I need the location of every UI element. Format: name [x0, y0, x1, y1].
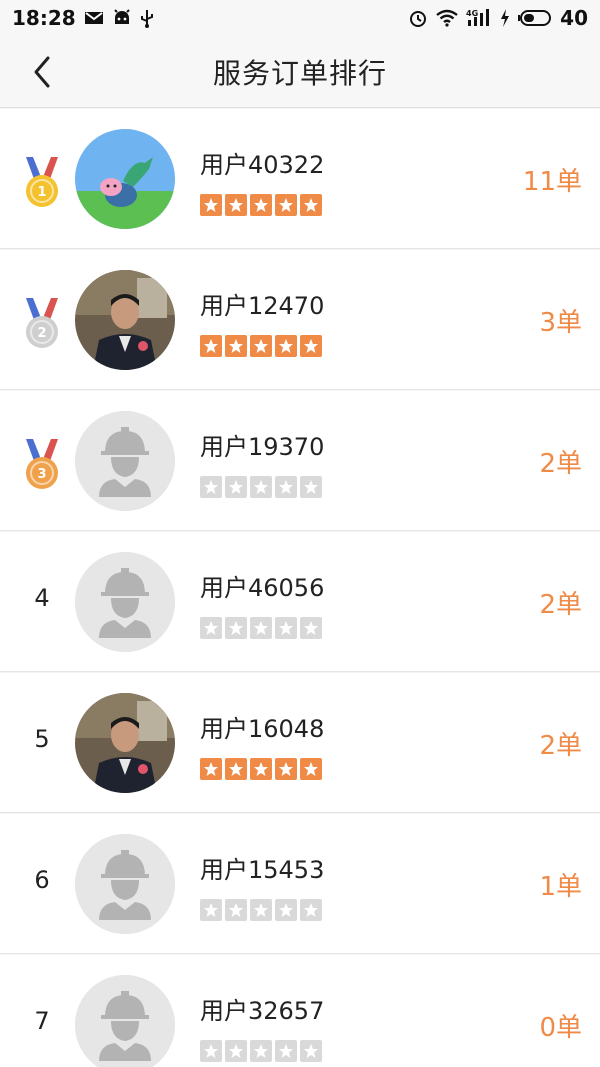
star-icon: [275, 758, 297, 780]
star-icon: [300, 758, 322, 780]
star-rating: [200, 335, 322, 357]
star-icon: [200, 335, 222, 357]
user-name: 用户19370: [200, 433, 325, 461]
chevron-left-icon: [34, 56, 50, 88]
back-button[interactable]: [22, 52, 62, 92]
mail-icon: [84, 10, 104, 26]
star-rating: [200, 194, 322, 216]
ranking-row[interactable]: 6 用户15453 1单: [0, 814, 600, 954]
status-right: 4G 40: [408, 6, 588, 30]
ranking-row[interactable]: 3 用户19370 2单: [0, 391, 600, 531]
order-count: 0单: [539, 1013, 582, 1043]
star-icon: [275, 194, 297, 216]
star-icon: [300, 1040, 322, 1062]
star-rating: [200, 758, 322, 780]
star-icon: [200, 194, 222, 216]
star-icon: [200, 1040, 222, 1062]
svg-text:1: 1: [37, 185, 46, 200]
ranking-row[interactable]: 2 用户12470 3单: [0, 250, 600, 390]
alarm-icon: [408, 8, 428, 28]
star-icon: [250, 1040, 272, 1062]
android-icon: [112, 9, 132, 27]
bronze-medal-icon: 3: [20, 439, 64, 491]
rank-number: 4: [34, 584, 50, 612]
star-icon: [275, 1040, 297, 1062]
order-count: 1单: [539, 872, 582, 902]
star-icon: [200, 617, 222, 639]
star-icon: [250, 758, 272, 780]
status-bar: 18:28 4G 40: [0, 0, 600, 36]
star-icon: [225, 758, 247, 780]
status-time: 18:28: [12, 6, 76, 30]
star-icon: [300, 335, 322, 357]
avatar[interactable]: [75, 129, 175, 229]
star-icon: [300, 617, 322, 639]
gold-medal-icon: 1: [20, 157, 64, 209]
wifi-icon: [436, 9, 458, 27]
svg-text:2: 2: [37, 326, 46, 341]
star-icon: [250, 476, 272, 498]
user-name: 用户40322: [200, 151, 325, 179]
star-icon: [250, 899, 272, 921]
order-count: 11单: [522, 167, 582, 197]
star-icon: [250, 335, 272, 357]
avatar[interactable]: [75, 693, 175, 793]
order-count: 2单: [539, 590, 582, 620]
star-icon: [275, 335, 297, 357]
svg-text:3: 3: [37, 467, 46, 482]
star-icon: [300, 476, 322, 498]
user-name: 用户16048: [200, 715, 325, 743]
avatar[interactable]: [75, 411, 175, 511]
star-rating: [200, 476, 322, 498]
signal-icon: 4G: [466, 8, 492, 28]
star-icon: [250, 617, 272, 639]
star-icon: [225, 476, 247, 498]
avatar[interactable]: [75, 834, 175, 934]
star-icon: [200, 758, 222, 780]
star-rating: [200, 1040, 322, 1062]
battery-level: 40: [560, 6, 588, 30]
ranking-row[interactable]: 5 用户16048 2单: [0, 673, 600, 813]
star-icon: [225, 335, 247, 357]
star-icon: [300, 899, 322, 921]
avatar[interactable]: [75, 975, 175, 1067]
star-icon: [200, 476, 222, 498]
ranking-row[interactable]: 7 用户32657 0单: [0, 955, 600, 1067]
star-icon: [250, 194, 272, 216]
star-rating: [200, 899, 322, 921]
page-title: 服务订单排行: [212, 56, 387, 90]
user-name: 用户32657: [200, 997, 325, 1025]
rank-number: 7: [34, 1007, 50, 1035]
star-icon: [275, 476, 297, 498]
charging-icon: [500, 9, 510, 27]
rank-number: 6: [34, 866, 50, 894]
star-icon: [225, 194, 247, 216]
status-left: 18:28: [12, 6, 154, 30]
svg-text:4G: 4G: [466, 9, 478, 18]
star-icon: [200, 899, 222, 921]
avatar[interactable]: [75, 270, 175, 370]
star-icon: [275, 899, 297, 921]
star-icon: [225, 1040, 247, 1062]
order-count: 2单: [539, 449, 582, 479]
ranking-row[interactable]: 1 用户40322 11单: [0, 109, 600, 249]
user-name: 用户46056: [200, 574, 325, 602]
silver-medal-icon: 2: [20, 298, 64, 350]
star-icon: [225, 899, 247, 921]
star-rating: [200, 617, 322, 639]
star-icon: [275, 617, 297, 639]
title-bar: 服务订单排行: [0, 36, 600, 108]
user-name: 用户15453: [200, 856, 325, 884]
rank-number: 5: [34, 725, 50, 753]
usb-icon: [140, 8, 154, 28]
ranking-row[interactable]: 4 用户46056 2单: [0, 532, 600, 672]
user-name: 用户12470: [200, 292, 325, 320]
star-icon: [300, 194, 322, 216]
order-count: 2单: [539, 731, 582, 761]
battery-icon: [518, 9, 552, 27]
order-count: 3单: [539, 308, 582, 338]
star-icon: [225, 617, 247, 639]
avatar[interactable]: [75, 552, 175, 652]
